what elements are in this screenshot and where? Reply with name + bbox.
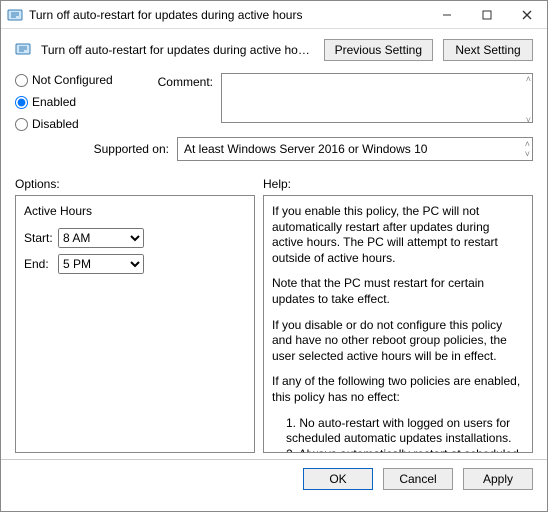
minimize-button[interactable] [427, 1, 467, 28]
options-panel: Active Hours Start: 8 AM End: 5 PM [15, 195, 255, 453]
help-text: If any of the following two policies are… [272, 374, 524, 405]
policy-subtitle: Turn off auto-restart for updates during… [41, 43, 314, 57]
comment-label: Comment: [133, 73, 213, 131]
policy-icon [7, 7, 23, 23]
previous-setting-button[interactable]: Previous Setting [324, 39, 433, 61]
scroll-hints: ˄˅ [526, 73, 531, 126]
help-label: Help: [263, 177, 291, 191]
help-text: If you enable this policy, the PC will n… [272, 204, 524, 266]
titlebar: Turn off auto-restart for updates during… [1, 1, 547, 29]
supported-on-label: Supported on: [15, 142, 169, 156]
ok-button[interactable]: OK [303, 468, 373, 490]
header-row: Turn off auto-restart for updates during… [1, 29, 547, 73]
supported-on-value: At least Windows Server 2016 or Windows … [177, 137, 533, 161]
footer: OK Cancel Apply [1, 459, 547, 498]
help-text: If you disable or do not configure this … [272, 318, 524, 365]
close-button[interactable] [507, 1, 547, 28]
help-text: 1. No auto-restart with logged on users … [272, 416, 524, 447]
active-hours-heading: Active Hours [24, 204, 246, 218]
options-label: Options: [15, 177, 255, 191]
apply-button[interactable]: Apply [463, 468, 533, 490]
maximize-button[interactable] [467, 1, 507, 28]
radio-enabled[interactable]: Enabled [15, 95, 125, 109]
scroll-hints: ˄˅ [525, 138, 530, 160]
help-panel: If you enable this policy, the PC will n… [263, 195, 533, 453]
cancel-button[interactable]: Cancel [383, 468, 453, 490]
policy-icon [15, 41, 31, 60]
radio-disabled[interactable]: Disabled [15, 117, 125, 131]
start-select[interactable]: 8 AM [58, 228, 144, 248]
help-text: 2. Always automatically restart at sched… [272, 447, 524, 453]
window-title: Turn off auto-restart for updates during… [29, 8, 427, 22]
start-label: Start: [24, 231, 52, 245]
radio-not-configured[interactable]: Not Configured [15, 73, 125, 87]
comment-textarea[interactable] [221, 73, 533, 123]
end-select[interactable]: 5 PM [58, 254, 144, 274]
end-label: End: [24, 257, 52, 271]
next-setting-button[interactable]: Next Setting [443, 39, 533, 61]
help-text: Note that the PC must restart for certai… [272, 276, 524, 307]
